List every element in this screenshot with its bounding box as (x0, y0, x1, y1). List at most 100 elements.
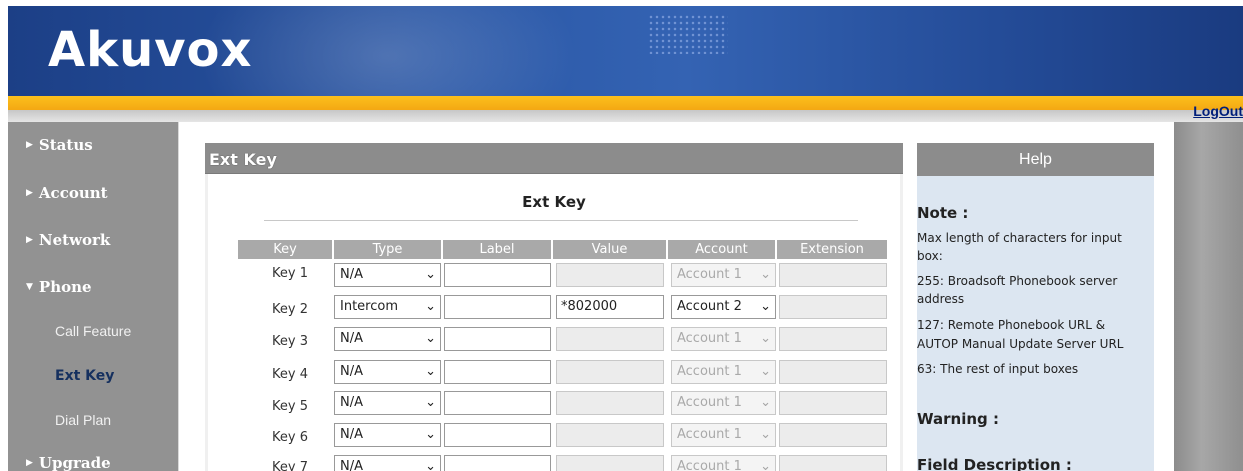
sidebar-item-label: Network (38, 231, 111, 249)
account-select-value: Account 1 (677, 364, 742, 379)
key-label: Key 7 (272, 460, 308, 471)
type-select[interactable]: N/A ⌄ (334, 263, 441, 287)
type-select[interactable]: N/A ⌄ (334, 455, 441, 471)
triangle-right-icon: ▶ (26, 458, 33, 468)
account-select-value: Account 1 (677, 331, 742, 346)
section-header: Ext Key (205, 143, 903, 174)
sidebar-item-account[interactable]: ▶ Account (26, 184, 108, 202)
warning-heading: Warning : (917, 410, 999, 428)
type-select[interactable]: Intercom ⌄ (334, 295, 441, 319)
extension-input[interactable] (779, 423, 887, 447)
sidebar-item-phone[interactable]: ▼ Phone (26, 278, 92, 296)
sidebar-item-upgrade[interactable]: ▶ Upgrade (26, 454, 111, 471)
triangle-right-icon: ▶ (26, 235, 33, 245)
section-title: Ext Key (209, 150, 277, 169)
note-line: 255: Broadsoft Phonebook server (917, 274, 1118, 288)
account-select[interactable]: Account 1 ⌄ (671, 327, 776, 351)
account-select[interactable]: Account 1 ⌄ (671, 423, 776, 447)
value-input[interactable] (556, 360, 664, 384)
account-select[interactable]: Account 1 ⌄ (671, 360, 776, 384)
sidebar-subitem-call-feature[interactable]: Call Feature (55, 323, 131, 339)
field-description-heading: Field Description : (917, 456, 1072, 471)
label-input[interactable] (444, 391, 551, 415)
value-input[interactable]: *802000 (556, 295, 664, 319)
account-select-value: Account 1 (677, 395, 742, 410)
label-input[interactable] (444, 423, 551, 447)
note-line: 127: Remote Phonebook URL & (917, 318, 1106, 332)
column-header-type: Type (334, 240, 441, 259)
account-select[interactable]: Account 1 ⌄ (671, 455, 776, 471)
sidebar-item-status[interactable]: ▶ Status (26, 136, 93, 154)
chevron-down-icon: ⌄ (425, 299, 436, 314)
label-input[interactable] (444, 263, 551, 287)
type-select-value: N/A (340, 427, 363, 442)
chevron-down-icon: ⌄ (760, 267, 771, 282)
column-header-value: Value (553, 240, 666, 259)
type-select[interactable]: N/A ⌄ (334, 327, 441, 351)
sidebar-item-label: Phone (38, 278, 92, 296)
type-select-value: N/A (340, 364, 363, 379)
sidebar-item-label: Upgrade (38, 454, 111, 471)
note-line: AUTOP Manual Update Server URL (917, 337, 1124, 351)
akuvox-logo: Akuvox (48, 22, 253, 78)
extension-input[interactable] (779, 360, 887, 384)
note-line: Max length of characters for input (917, 231, 1122, 245)
sidebar-subitem-dial-plan[interactable]: Dial Plan (55, 412, 111, 428)
chevron-down-icon: ⌄ (760, 459, 771, 471)
account-select-value: Account 1 (677, 427, 742, 442)
type-select[interactable]: N/A ⌄ (334, 423, 441, 447)
chevron-down-icon: ⌄ (760, 427, 771, 442)
chevron-down-icon: ⌄ (425, 459, 436, 471)
chevron-down-icon: ⌄ (425, 267, 436, 282)
chevron-down-icon: ⌄ (425, 364, 436, 379)
key-label: Key 3 (272, 334, 308, 349)
column-header-label: Label (443, 240, 551, 259)
key-label: Key 1 (272, 266, 308, 281)
value-input[interactable] (556, 423, 664, 447)
extension-input[interactable] (779, 455, 887, 471)
account-select[interactable]: Account 2 ⌄ (671, 295, 776, 319)
type-select-value: N/A (340, 267, 363, 282)
column-header-extension: Extension (777, 240, 887, 259)
value-input[interactable] (556, 455, 664, 471)
page-right-margin (1174, 122, 1243, 471)
label-input[interactable] (444, 360, 551, 384)
triangle-right-icon: ▶ (26, 140, 33, 150)
value-input[interactable] (556, 263, 664, 287)
label-input[interactable] (444, 295, 551, 319)
type-select[interactable]: N/A ⌄ (334, 360, 441, 384)
column-header-key: Key (238, 240, 332, 259)
key-label: Key 6 (272, 430, 308, 445)
key-label: Key 2 (272, 302, 308, 317)
help-header: Help (917, 143, 1154, 176)
header-sub-bar (8, 110, 1243, 122)
extension-input[interactable] (779, 391, 887, 415)
label-input[interactable] (444, 327, 551, 351)
type-select[interactable]: N/A ⌄ (334, 391, 441, 415)
header-banner: Akuvox (8, 6, 1243, 96)
chevron-down-icon: ⌄ (760, 299, 771, 314)
extension-input[interactable] (779, 327, 887, 351)
sidebar-item-network[interactable]: ▶ Network (26, 231, 110, 249)
account-select-value: Account 2 (677, 299, 742, 314)
label-input[interactable] (444, 455, 551, 471)
triangle-right-icon: ▶ (26, 188, 33, 198)
extension-input[interactable] (779, 263, 887, 287)
value-input[interactable] (556, 391, 664, 415)
key-label: Key 5 (272, 399, 308, 414)
logout-link[interactable]: LogOut (1193, 103, 1243, 119)
value-input[interactable] (556, 327, 664, 351)
type-select-value: N/A (340, 395, 363, 410)
chevron-down-icon: ⌄ (760, 395, 771, 410)
type-select-value: Intercom (340, 299, 398, 314)
help-panel: Help Note : Max length of characters for… (917, 143, 1154, 471)
chevron-down-icon: ⌄ (425, 427, 436, 442)
sidebar-subitem-ext-key[interactable]: Ext Key (55, 368, 114, 384)
note-heading: Note : (917, 204, 969, 222)
chevron-down-icon: ⌄ (760, 364, 771, 379)
extension-input[interactable] (779, 295, 887, 319)
account-select[interactable]: Account 1 ⌄ (671, 391, 776, 415)
header-accent-bar (8, 96, 1243, 110)
account-select[interactable]: Account 1 ⌄ (671, 263, 776, 287)
chevron-down-icon: ⌄ (425, 395, 436, 410)
